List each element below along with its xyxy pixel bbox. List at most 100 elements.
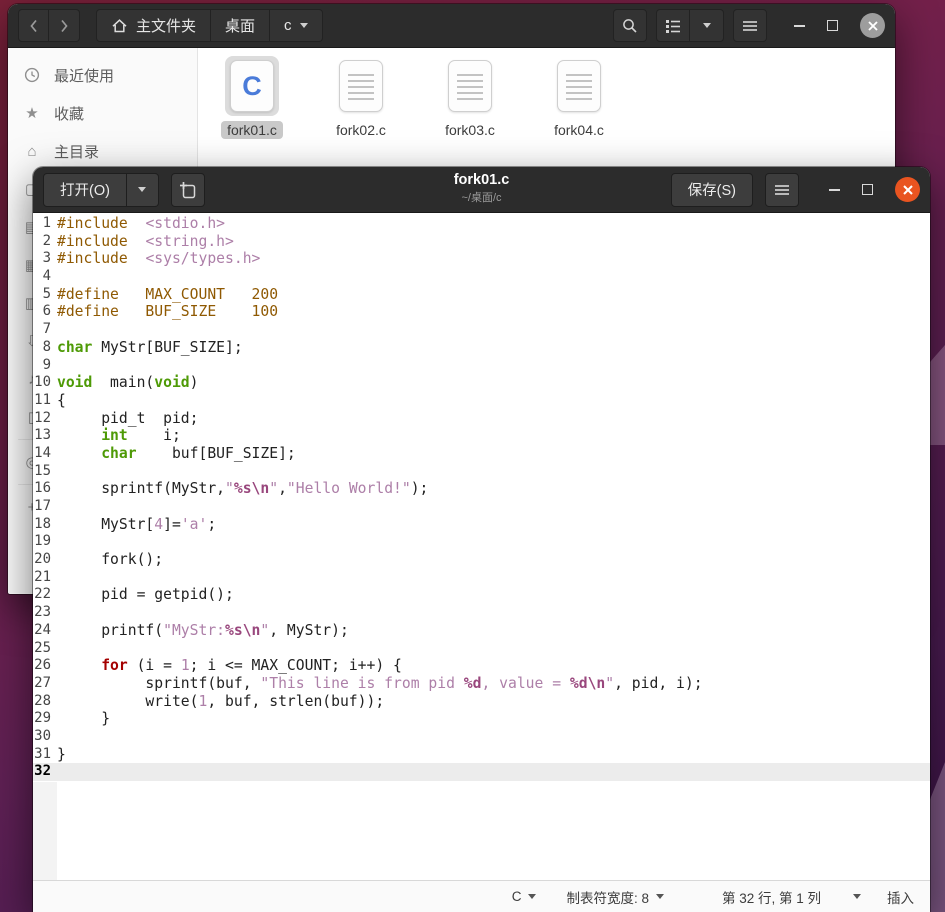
gedit-close-button[interactable] [895,177,920,202]
fm-close-button[interactable] [860,13,885,38]
line-number: 24 [34,621,51,638]
line-number: 26 [34,657,51,674]
fm-minimize-button[interactable] [794,24,805,27]
insert-mode-indicator: 插入 [887,887,914,907]
file-name: fork04.c [554,122,604,138]
line-number: 23 [34,604,51,621]
code-line: 7 [33,321,930,339]
code-text: #include <stdio.h> [57,215,226,232]
close-icon [902,184,913,195]
hamburger-icon [775,184,789,195]
open-button[interactable]: 打开(O) [43,172,127,207]
file-item[interactable]: fork02.c [313,56,409,139]
code-line: 3 #include <sys/types.h> [33,250,930,268]
line-number: 30 [34,727,51,744]
file-item[interactable]: fork04.c [531,56,627,139]
maximize-icon [827,20,838,31]
line-number: 21 [34,568,51,585]
code-line: 29 } [33,710,930,728]
goto-line-button[interactable] [853,894,861,899]
open-recent-button[interactable] [126,172,159,207]
file-icon [334,56,388,116]
gedit-headerbar[interactable]: fork01.c ~/桌面/c 打开(O) 保存(S) [33,167,930,213]
code-text: pid_t pid; [57,409,199,427]
breadcrumb-home-label: 主文件夹 [136,18,197,35]
language-selector[interactable]: C [512,889,537,904]
file-name: fork02.c [336,122,386,138]
file-icon [443,56,497,116]
save-button-label: 保存(S) [687,183,736,199]
breadcrumb-desktop[interactable]: 桌面 [211,9,271,42]
text-editor-area[interactable]: 1 #include <stdio.h> 2 #include <string.h> 3… [33,213,930,880]
code-text: char buf[BUF_SIZE]; [101,444,296,462]
line-number: 2 [42,232,51,249]
file-name: fork03.c [445,122,495,138]
line-number: 6 [42,303,51,320]
fm-maximize-button[interactable] [827,20,838,31]
chevron-right-icon [61,19,68,32]
tab-width-selector[interactable]: 制表符宽度: 8 [566,887,664,907]
file-item[interactable]: Cfork01.c [204,56,300,139]
code-text: MyStr[4]='a'; [57,515,217,533]
code-text: fork(); [57,551,164,569]
code-line: 28 write(1, buf, strlen(buf)); [33,693,930,711]
line-number: 25 [34,639,51,656]
new-document-button[interactable] [170,172,205,207]
code-line: 8 char MyStr[BUF_SIZE]; [33,339,930,357]
line-number: 19 [34,533,51,550]
text-file-icon [448,60,492,112]
close-icon [867,20,878,31]
sidebar-item-star[interactable]: ★ 收藏 [8,94,197,132]
code-line: 4 [33,268,930,286]
back-button[interactable] [18,9,49,42]
code-text: } [57,745,66,763]
code-line: 22 pid = getpid(); [33,586,930,604]
document-lines [566,74,592,100]
code-line: 26 for (i = 1; i <= MAX_COUNT; i++) { [33,657,930,675]
code-text: } [57,710,111,728]
file-item[interactable]: fork03.c [422,56,518,139]
sidebar-item-home[interactable]: ⌂ 主目录 [8,132,197,170]
file-manager-headerbar[interactable]: 主文件夹 桌面 c [8,4,895,48]
breadcrumb-home[interactable]: 主文件夹 [96,9,212,42]
c-source-file-icon: C [230,60,274,112]
home-icon: ⌂ [27,142,37,160]
view-options-button[interactable] [690,9,724,42]
view-mode-button[interactable] [656,9,690,42]
search-button[interactable] [613,9,647,42]
breadcrumb: 主文件夹 桌面 c [96,9,323,42]
forward-button[interactable] [49,9,80,42]
gedit-minimize-button[interactable] [829,188,840,191]
fm-menu-button[interactable] [733,9,767,42]
star-icon: ★ [25,105,39,122]
code-text: pid = getpid(); [57,586,234,604]
document-lines [457,74,483,100]
code-text: { [57,391,66,409]
gedit-menu-button[interactable] [765,172,799,207]
cursor-position-label: 第 32 行, 第 1 列 [721,890,821,906]
line-number: 12 [34,409,51,426]
code-line: 12 pid_t pid; [33,410,930,428]
chevron-down-icon [702,23,711,28]
breadcrumb-current-folder[interactable]: c [270,9,323,42]
hamburger-icon [743,20,757,31]
line-number: 1 [42,215,51,231]
code-text: #define MAX_COUNT 200 [57,285,279,303]
language-label: C [511,889,522,904]
text-file-icon [557,60,601,112]
code-line: 14 char buf[BUF_SIZE]; [33,445,930,463]
clock-icon [23,67,41,83]
code-line: 21 [33,569,930,587]
gedit-maximize-button[interactable] [862,184,873,195]
code-line: 32 [33,763,930,781]
cursor-position[interactable]: 第 32 行, 第 1 列 [722,887,821,907]
save-button[interactable]: 保存(S) [670,172,753,207]
line-number: 31 [34,745,51,762]
sidebar-item-clock[interactable]: 最近使用 [8,56,197,94]
line-number: 16 [34,480,51,497]
code-line: 25 [33,640,930,658]
